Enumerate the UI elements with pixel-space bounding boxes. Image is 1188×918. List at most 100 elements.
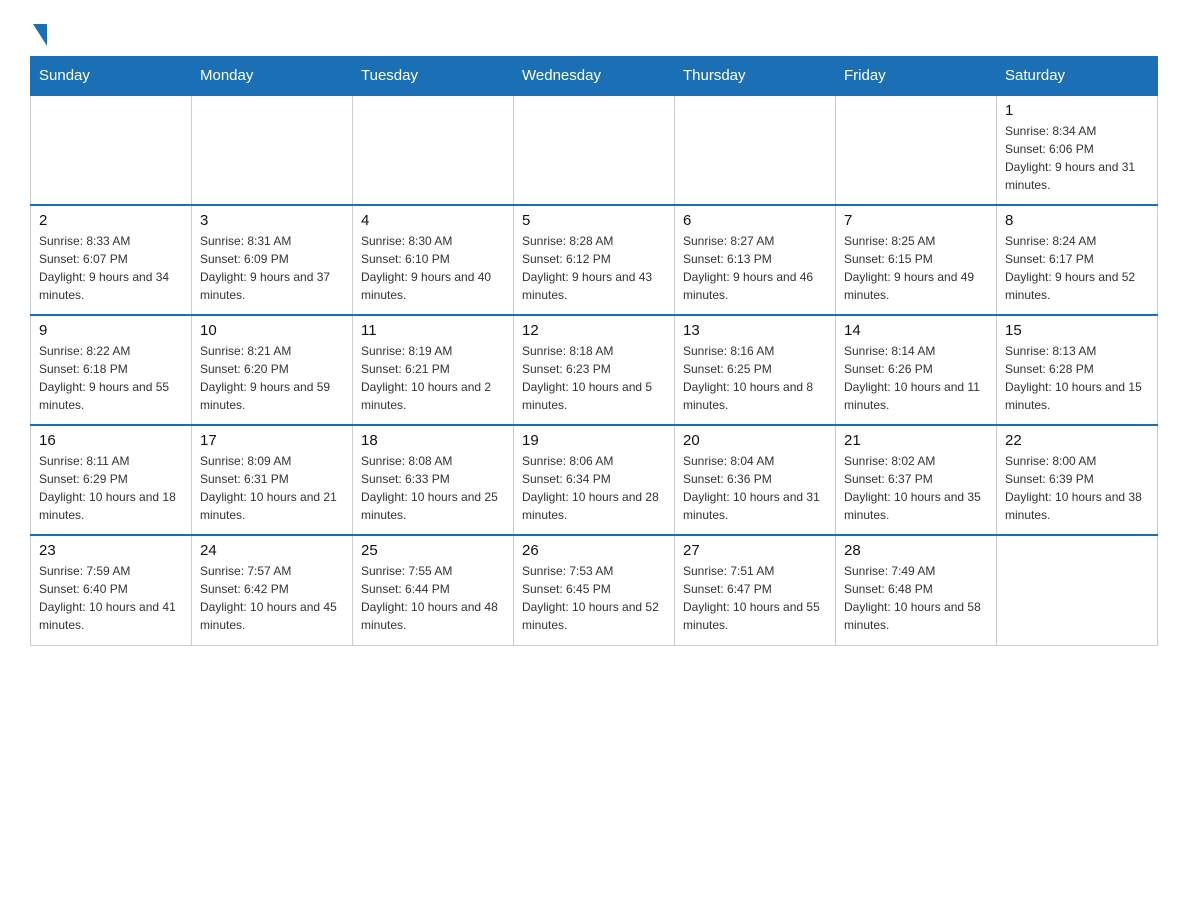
day-info: Sunrise: 7:49 AM Sunset: 6:48 PM Dayligh… — [844, 562, 988, 634]
weekday-header-wednesday: Wednesday — [514, 57, 675, 96]
day-info: Sunrise: 8:08 AM Sunset: 6:33 PM Dayligh… — [361, 452, 505, 524]
calendar-cell: 17 Sunrise: 8:09 AM Sunset: 6:31 PM Dayli… — [192, 425, 353, 535]
day-number: 19 — [522, 432, 666, 449]
day-number: 28 — [844, 542, 988, 559]
day-info: Sunrise: 8:22 AM Sunset: 6:18 PM Dayligh… — [39, 342, 183, 414]
day-info: Sunrise: 8:06 AM Sunset: 6:34 PM Dayligh… — [522, 452, 666, 524]
day-info: Sunrise: 8:19 AM Sunset: 6:21 PM Dayligh… — [361, 342, 505, 414]
day-number: 13 — [683, 322, 827, 339]
day-number: 27 — [683, 542, 827, 559]
calendar-cell: 12Sunrise: 8:18 AM Sunset: 6:23 PM Dayli… — [514, 315, 675, 425]
calendar-cell: 20 Sunrise: 8:04 AM Sunset: 6:36 PM Dayli… — [675, 425, 836, 535]
week-row-1: 1 Sunrise: 8:34 AM Sunset: 6:06 PM Daylig… — [31, 95, 1158, 205]
day-info: Sunrise: 8:00 AM Sunset: 6:39 PM Dayligh… — [1005, 452, 1149, 524]
day-number: 26 — [522, 542, 666, 559]
calendar-cell: 8 Sunrise: 8:24 AM Sunset: 6:17 PM Daylig… — [997, 205, 1158, 315]
calendar-cell — [675, 95, 836, 205]
calendar-table: SundayMondayTuesdayWednesdayThursdayFrid… — [30, 56, 1158, 646]
calendar-cell: 9 Sunrise: 8:22 AM Sunset: 6:18 PM Daylig… — [31, 315, 192, 425]
calendar-cell: 23 Sunrise: 7:59 AM Sunset: 6:40 PM Dayli… — [31, 535, 192, 645]
calendar-cell: 7 Sunrise: 8:25 AM Sunset: 6:15 PM Daylig… — [836, 205, 997, 315]
day-info: Sunrise: 8:24 AM Sunset: 6:17 PM Dayligh… — [1005, 232, 1149, 304]
calendar-cell: 10 Sunrise: 8:21 AM Sunset: 6:20 PM Dayli… — [192, 315, 353, 425]
calendar-cell: 28 Sunrise: 7:49 AM Sunset: 6:48 PM Dayli… — [836, 535, 997, 645]
day-info: Sunrise: 8:27 AM Sunset: 6:13 PM Dayligh… — [683, 232, 827, 304]
day-number: 21 — [844, 432, 988, 449]
day-number: 23 — [39, 542, 183, 559]
day-info: Sunrise: 8:04 AM Sunset: 6:36 PM Dayligh… — [683, 452, 827, 524]
day-info: Sunrise: 8:25 AM Sunset: 6:15 PM Dayligh… — [844, 232, 988, 304]
day-number: 18 — [361, 432, 505, 449]
calendar-cell — [836, 95, 997, 205]
calendar-cell: 2Sunrise: 8:33 AM Sunset: 6:07 PM Daylig… — [31, 205, 192, 315]
calendar-cell: 11 Sunrise: 8:19 AM Sunset: 6:21 PM Dayli… — [353, 315, 514, 425]
calendar-cell: 27Sunrise: 7:51 AM Sunset: 6:47 PM Dayli… — [675, 535, 836, 645]
day-number: 14 — [844, 322, 988, 339]
day-info: Sunrise: 8:34 AM Sunset: 6:06 PM Dayligh… — [1005, 122, 1149, 194]
weekday-header-sunday: Sunday — [31, 57, 192, 96]
week-row-4: 16 Sunrise: 8:11 AM Sunset: 6:29 PM Dayli… — [31, 425, 1158, 535]
calendar-cell: 6 Sunrise: 8:27 AM Sunset: 6:13 PM Daylig… — [675, 205, 836, 315]
calendar-cell: 21 Sunrise: 8:02 AM Sunset: 6:37 PM Dayli… — [836, 425, 997, 535]
day-number: 8 — [1005, 212, 1149, 229]
day-number: 9 — [39, 322, 183, 339]
calendar-cell: 26 Sunrise: 7:53 AM Sunset: 6:45 PM Dayli… — [514, 535, 675, 645]
calendar-cell: 1 Sunrise: 8:34 AM Sunset: 6:06 PM Daylig… — [997, 95, 1158, 205]
weekday-header-thursday: Thursday — [675, 57, 836, 96]
day-number: 20 — [683, 432, 827, 449]
day-number: 10 — [200, 322, 344, 339]
day-number: 12 — [522, 322, 666, 339]
calendar-cell — [997, 535, 1158, 645]
day-number: 25 — [361, 542, 505, 559]
day-number: 22 — [1005, 432, 1149, 449]
day-info: Sunrise: 8:14 AM Sunset: 6:26 PM Dayligh… — [844, 342, 988, 414]
day-number: 16 — [39, 432, 183, 449]
day-info: Sunrise: 8:31 AM Sunset: 6:09 PM Dayligh… — [200, 232, 344, 304]
calendar-cell: 16 Sunrise: 8:11 AM Sunset: 6:29 PM Dayli… — [31, 425, 192, 535]
logo — [30, 20, 47, 46]
day-info: Sunrise: 8:16 AM Sunset: 6:25 PM Dayligh… — [683, 342, 827, 414]
day-number: 1 — [1005, 102, 1149, 119]
day-info: Sunrise: 8:02 AM Sunset: 6:37 PM Dayligh… — [844, 452, 988, 524]
calendar-cell: 24 Sunrise: 7:57 AM Sunset: 6:42 PM Dayli… — [192, 535, 353, 645]
day-number: 11 — [361, 322, 505, 339]
calendar-cell — [353, 95, 514, 205]
day-info: Sunrise: 7:55 AM Sunset: 6:44 PM Dayligh… — [361, 562, 505, 634]
weekday-header-friday: Friday — [836, 57, 997, 96]
day-info: Sunrise: 8:11 AM Sunset: 6:29 PM Dayligh… — [39, 452, 183, 524]
calendar-cell: 3 Sunrise: 8:31 AM Sunset: 6:09 PM Daylig… — [192, 205, 353, 315]
day-number: 7 — [844, 212, 988, 229]
week-row-2: 2Sunrise: 8:33 AM Sunset: 6:07 PM Daylig… — [31, 205, 1158, 315]
day-info: Sunrise: 8:13 AM Sunset: 6:28 PM Dayligh… — [1005, 342, 1149, 414]
day-number: 4 — [361, 212, 505, 229]
day-info: Sunrise: 8:09 AM Sunset: 6:31 PM Dayligh… — [200, 452, 344, 524]
day-info: Sunrise: 7:53 AM Sunset: 6:45 PM Dayligh… — [522, 562, 666, 634]
calendar-cell: 25 Sunrise: 7:55 AM Sunset: 6:44 PM Dayli… — [353, 535, 514, 645]
day-number: 3 — [200, 212, 344, 229]
calendar-cell — [514, 95, 675, 205]
day-number: 17 — [200, 432, 344, 449]
page-header — [30, 20, 1158, 46]
day-info: Sunrise: 7:59 AM Sunset: 6:40 PM Dayligh… — [39, 562, 183, 634]
day-number: 6 — [683, 212, 827, 229]
day-info: Sunrise: 8:30 AM Sunset: 6:10 PM Dayligh… — [361, 232, 505, 304]
day-info: Sunrise: 7:57 AM Sunset: 6:42 PM Dayligh… — [200, 562, 344, 634]
day-number: 24 — [200, 542, 344, 559]
calendar-cell: 22 Sunrise: 8:00 AM Sunset: 6:39 PM Dayli… — [997, 425, 1158, 535]
calendar-cell — [192, 95, 353, 205]
calendar-cell: 5Sunrise: 8:28 AM Sunset: 6:12 PM Daylig… — [514, 205, 675, 315]
calendar-cell: 4 Sunrise: 8:30 AM Sunset: 6:10 PM Daylig… — [353, 205, 514, 315]
weekday-header-tuesday: Tuesday — [353, 57, 514, 96]
week-row-5: 23 Sunrise: 7:59 AM Sunset: 6:40 PM Dayli… — [31, 535, 1158, 645]
day-number: 15 — [1005, 322, 1149, 339]
weekday-header-monday: Monday — [192, 57, 353, 96]
calendar-cell: 13 Sunrise: 8:16 AM Sunset: 6:25 PM Dayli… — [675, 315, 836, 425]
day-info: Sunrise: 8:21 AM Sunset: 6:20 PM Dayligh… — [200, 342, 344, 414]
calendar-cell — [31, 95, 192, 205]
day-info: Sunrise: 8:33 AM Sunset: 6:07 PM Dayligh… — [39, 232, 183, 304]
calendar-cell: 15 Sunrise: 8:13 AM Sunset: 6:28 PM Dayli… — [997, 315, 1158, 425]
weekday-header-saturday: Saturday — [997, 57, 1158, 96]
calendar-cell: 14 Sunrise: 8:14 AM Sunset: 6:26 PM Dayli… — [836, 315, 997, 425]
calendar-cell: 19 Sunrise: 8:06 AM Sunset: 6:34 PM Dayli… — [514, 425, 675, 535]
day-number: 5 — [522, 212, 666, 229]
